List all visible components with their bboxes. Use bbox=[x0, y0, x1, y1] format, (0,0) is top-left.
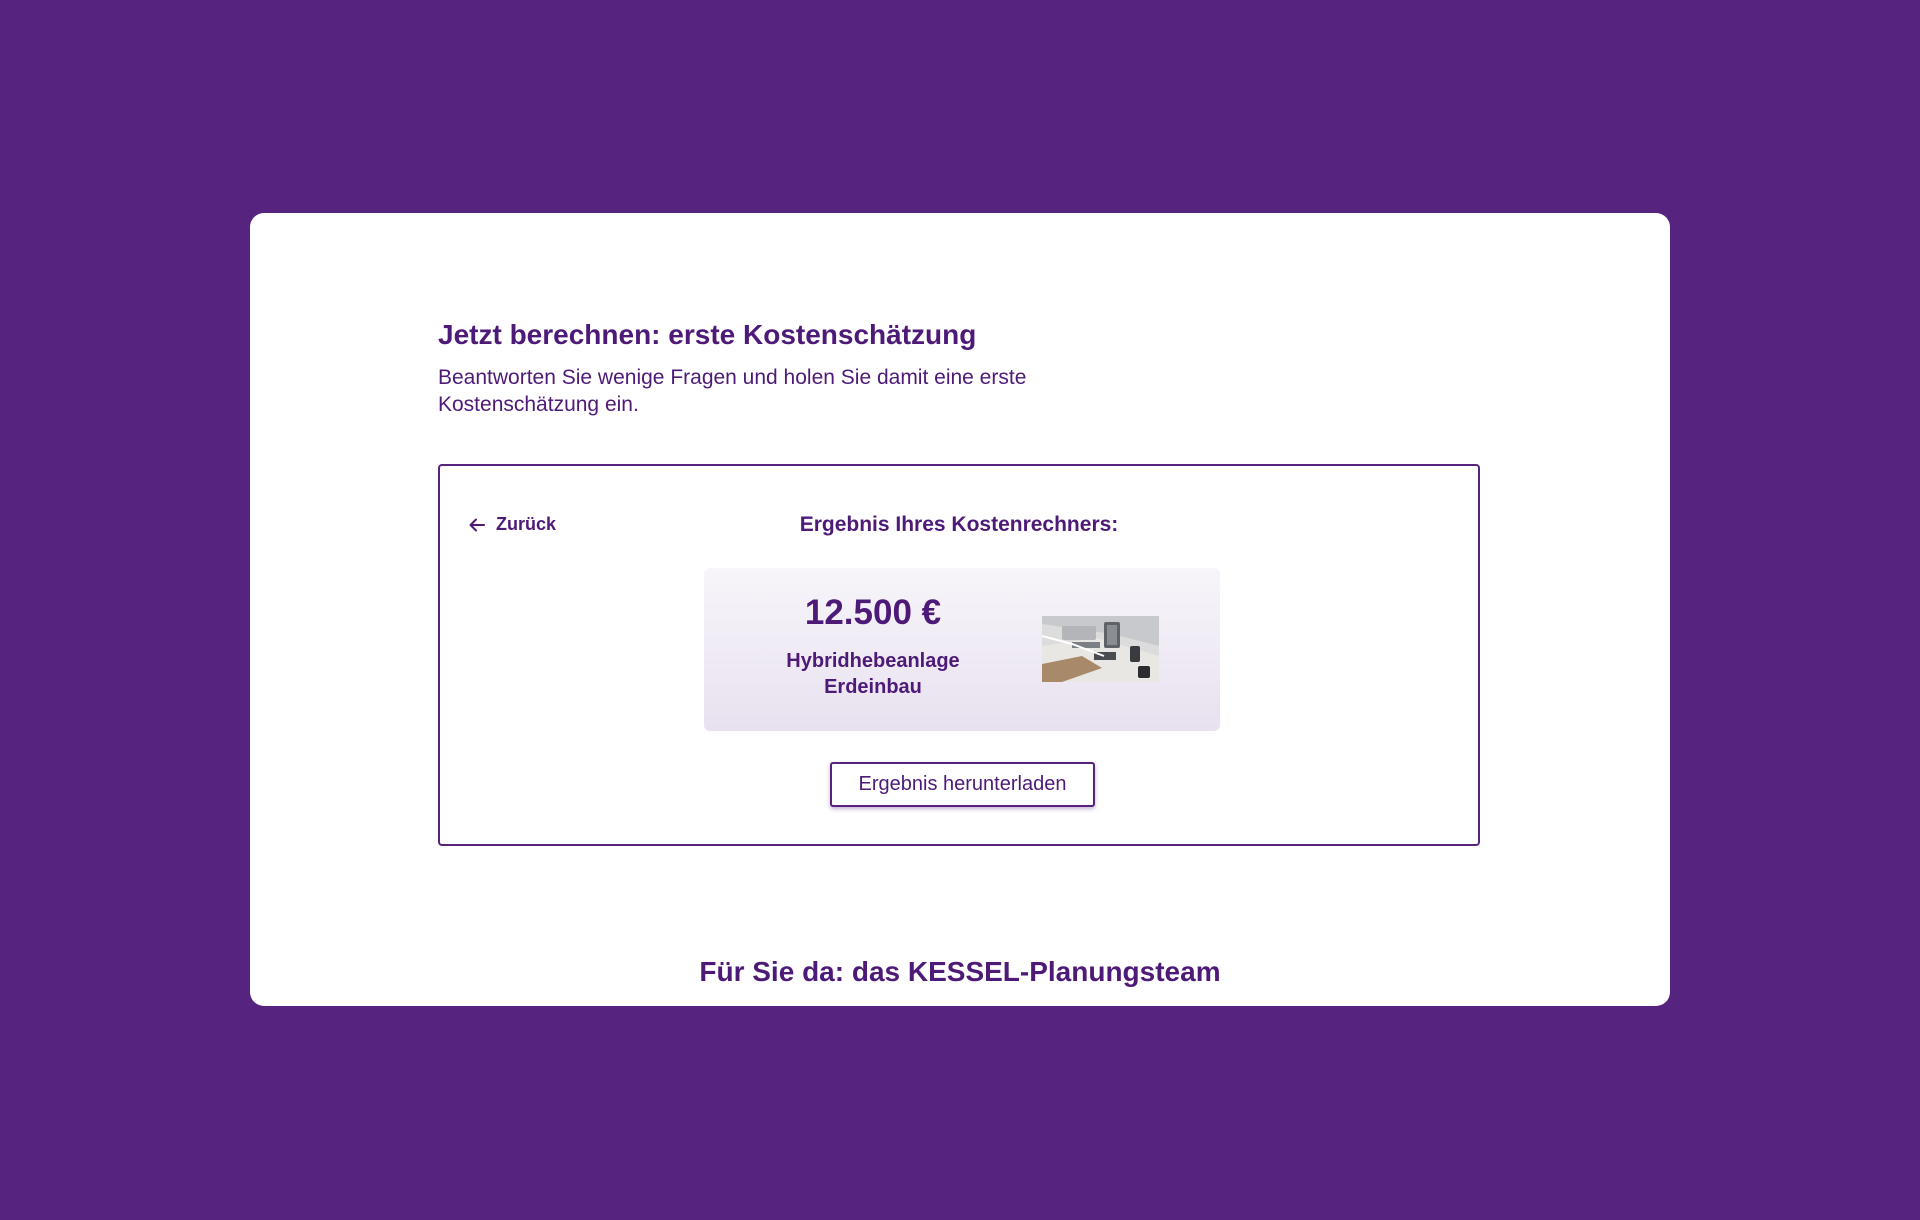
result-heading: Ergebnis Ihres Kostenrechners: bbox=[799, 513, 1119, 536]
result-product-line1: Hybridhebeanlage bbox=[786, 650, 960, 672]
result-panel: 12.500 € Hybridhebeanlage Erdeinbau bbox=[704, 568, 1220, 731]
result-product-line2: Erdeinbau bbox=[824, 676, 922, 698]
result-product-name: Hybridhebeanlage Erdeinbau bbox=[764, 648, 982, 700]
page-title: Jetzt berechnen: erste Kostenschätzung bbox=[438, 319, 977, 350]
page-background: { "intro": { "title": "Jetzt berechnen: … bbox=[0, 0, 1920, 1220]
content-card: Jetzt berechnen: erste Kostenschätzung B… bbox=[250, 213, 1670, 1006]
result-texts: 12.500 € Hybridhebeanlage Erdeinbau bbox=[764, 592, 982, 700]
cost-calculator-box: Zurück Ergebnis Ihres Kostenrechners: 12… bbox=[438, 464, 1480, 846]
product-image bbox=[1042, 616, 1159, 682]
team-section-title: Für Sie da: das KESSEL-Planungsteam bbox=[699, 956, 1221, 987]
page-description: Beantworten Sie wenige Fragen und holen … bbox=[438, 366, 1027, 416]
download-result-button[interactable]: Ergebnis herunterladen bbox=[830, 762, 1095, 807]
result-price: 12.500 € bbox=[804, 593, 942, 632]
intro-section: Jetzt berechnen: erste Kostenschätzung B… bbox=[438, 318, 1038, 418]
